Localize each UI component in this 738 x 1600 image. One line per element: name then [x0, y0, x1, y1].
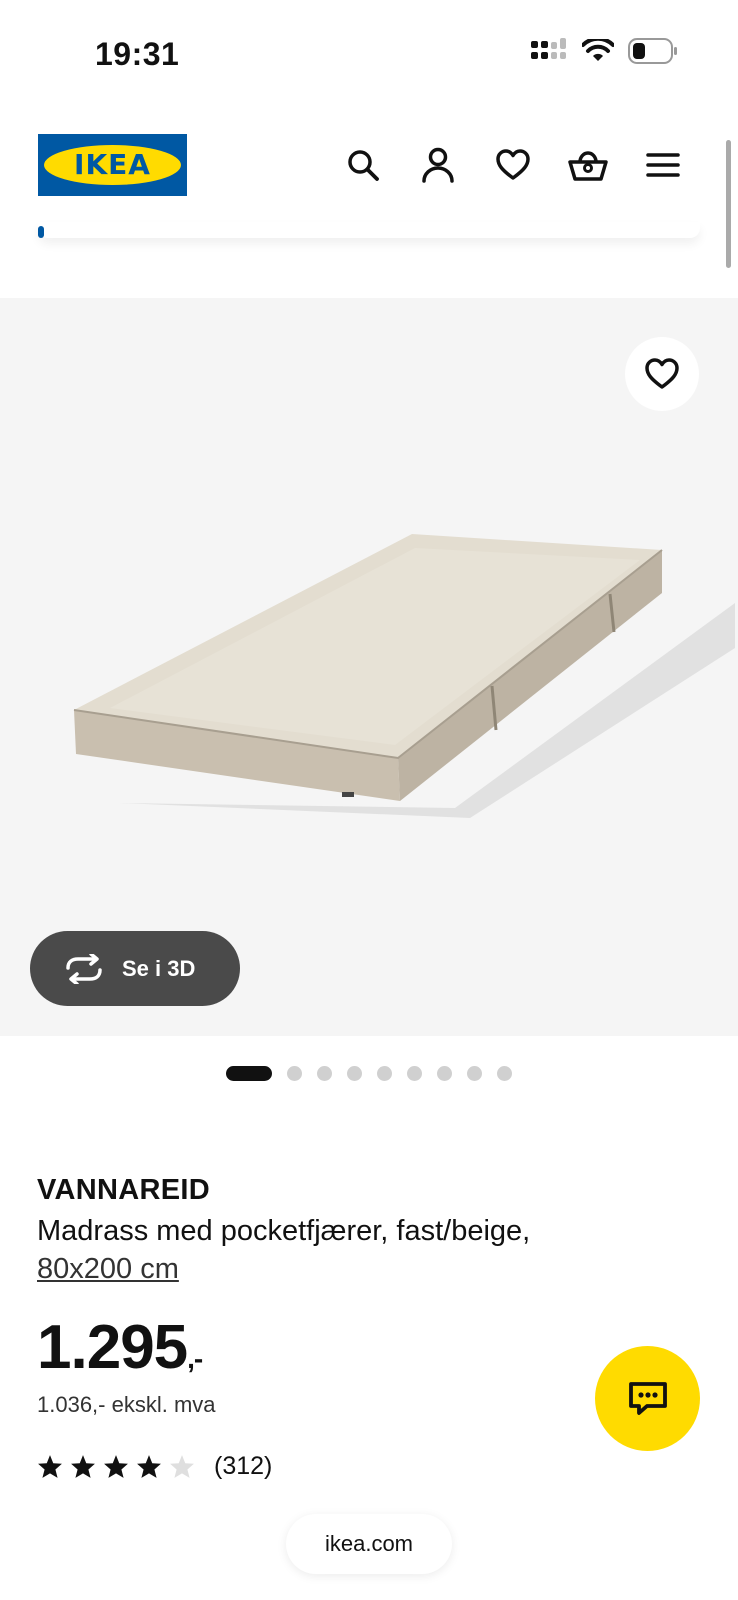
account-button[interactable] [418, 145, 458, 185]
cellular-signal-icon [531, 38, 566, 59]
user-icon [422, 147, 454, 183]
review-count[interactable]: (312) [214, 1452, 272, 1481]
wifi-icon [582, 39, 614, 61]
basket-button[interactable] [568, 145, 608, 185]
price-value: 1.295 [37, 1313, 188, 1382]
product-size-link[interactable]: 80x200 cm [37, 1253, 179, 1285]
view-3d-button[interactable]: Se i 3D [30, 931, 240, 1006]
header-accent [38, 226, 44, 238]
status-time: 19:31 [95, 36, 180, 72]
browser-url-bar[interactable]: ikea.com [286, 1514, 452, 1574]
url-text: ikea.com [324, 1531, 414, 1556]
gallery-pagination [226, 1066, 527, 1081]
search-button[interactable] [343, 145, 383, 185]
product-rating[interactable]: (312) [37, 1452, 272, 1481]
header-bottom-edge [38, 222, 700, 238]
product-image-gallery[interactable] [0, 298, 738, 1036]
view-3d-label: Se i 3D [122, 955, 196, 981]
product-name: VANNAREID [37, 1174, 210, 1206]
star-filled-icon [137, 1455, 161, 1478]
logo-text: IKEA [74, 148, 151, 181]
heart-icon [645, 358, 679, 389]
pagination-dot[interactable] [347, 1066, 362, 1081]
price-excl-vat: 1.036,- ekskl. mva [37, 1392, 216, 1417]
product-description-text: Madrass med pocketfjærer, fast/beige, [37, 1215, 531, 1247]
chat-button[interactable] [595, 1346, 700, 1451]
favorites-button[interactable] [493, 145, 533, 185]
pagination-dot[interactable] [377, 1066, 392, 1081]
mattress-image [73, 534, 735, 818]
star-filled-icon [71, 1455, 95, 1478]
star-empty-icon [170, 1455, 194, 1478]
menu-icon [646, 153, 680, 177]
basket-icon [568, 151, 608, 181]
status-bar: 19:31 [0, 0, 738, 110]
ikea-logo[interactable]: IKEA [38, 134, 187, 196]
product-price: 1.295,- [37, 1312, 203, 1383]
star-filled-icon [104, 1455, 128, 1478]
star-filled-icon [38, 1455, 62, 1478]
status-icons [530, 38, 678, 64]
pagination-dot-active[interactable] [226, 1066, 272, 1081]
pagination-dot[interactable] [437, 1066, 452, 1081]
chat-icon [628, 1381, 667, 1415]
rotate-3d-icon [66, 953, 102, 984]
add-to-favorites-button[interactable] [625, 337, 699, 411]
pagination-dot[interactable] [407, 1066, 422, 1081]
pagination-dot[interactable] [287, 1066, 302, 1081]
heart-icon [496, 149, 530, 180]
pagination-dot[interactable] [467, 1066, 482, 1081]
pagination-dot[interactable] [497, 1066, 512, 1081]
battery-icon [628, 38, 677, 64]
search-icon [348, 150, 379, 181]
page-scrollbar[interactable] [726, 140, 731, 268]
product-description: Madrass med pocketfjærer, fast/beige, 80… [37, 1212, 677, 1288]
menu-button[interactable] [643, 145, 683, 185]
price-suffix: ,- [187, 1343, 203, 1374]
pagination-dot[interactable] [317, 1066, 332, 1081]
